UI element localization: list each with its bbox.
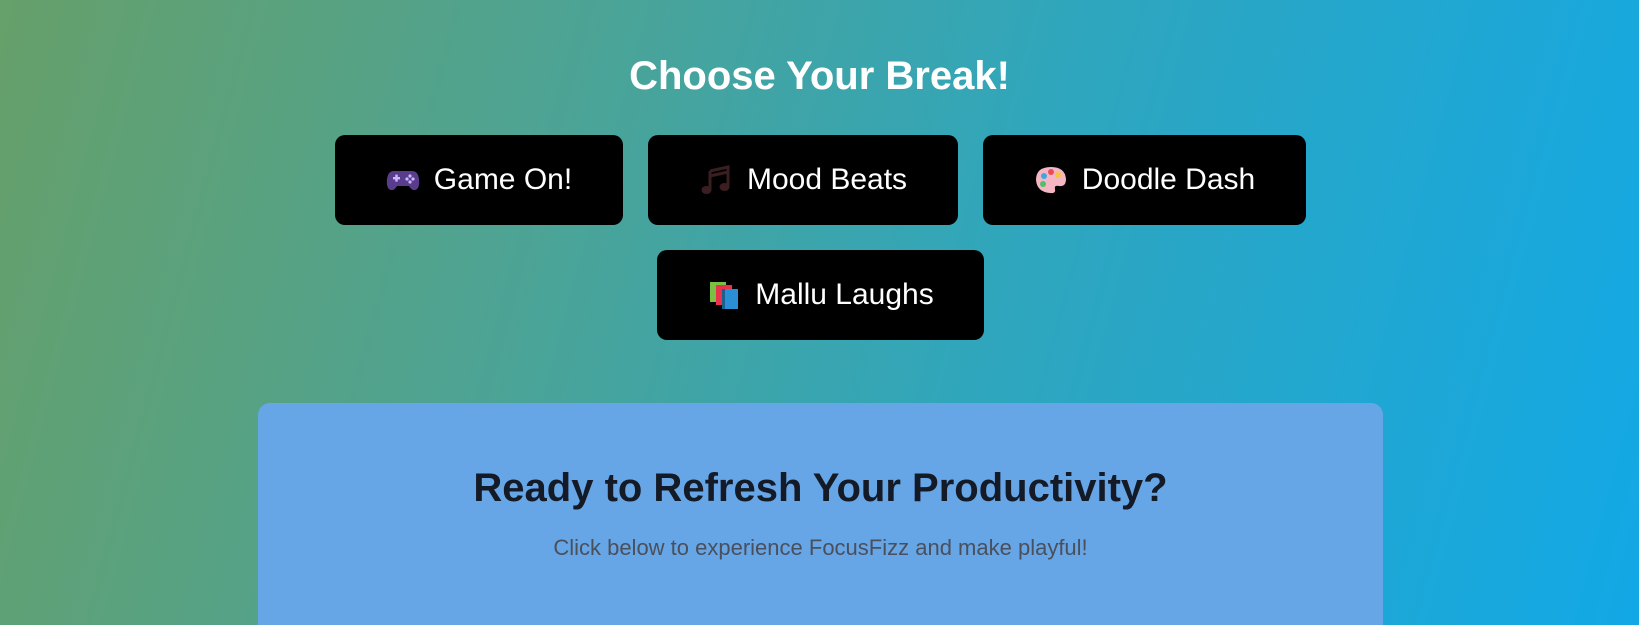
mood-beats-label: Mood Beats: [746, 163, 908, 196]
page-title: Choose Your Break!: [629, 54, 1010, 98]
cta-heading: Ready to Refresh Your Productivity?: [473, 466, 1168, 510]
music-notes-icon: [699, 163, 733, 197]
game-on-label: Game On!: [433, 163, 573, 196]
game-controller-icon: [386, 163, 420, 197]
cta-subtext: Click below to experience FocusFizz and …: [553, 535, 1088, 560]
doodle-dash-label: Doodle Dash: [1081, 163, 1256, 196]
cta-panel: Ready to Refresh Your Productivity? Clic…: [258, 403, 1383, 625]
game-on-button[interactable]: Game On!: [335, 135, 623, 225]
mood-beats-button[interactable]: Mood Beats: [648, 135, 958, 225]
books-icon: [707, 278, 741, 312]
palette-icon: [1034, 163, 1068, 197]
mallu-laughs-label: Mallu Laughs: [755, 278, 934, 311]
mallu-laughs-button[interactable]: Mallu Laughs: [657, 250, 984, 340]
doodle-dash-button[interactable]: Doodle Dash: [983, 135, 1306, 225]
